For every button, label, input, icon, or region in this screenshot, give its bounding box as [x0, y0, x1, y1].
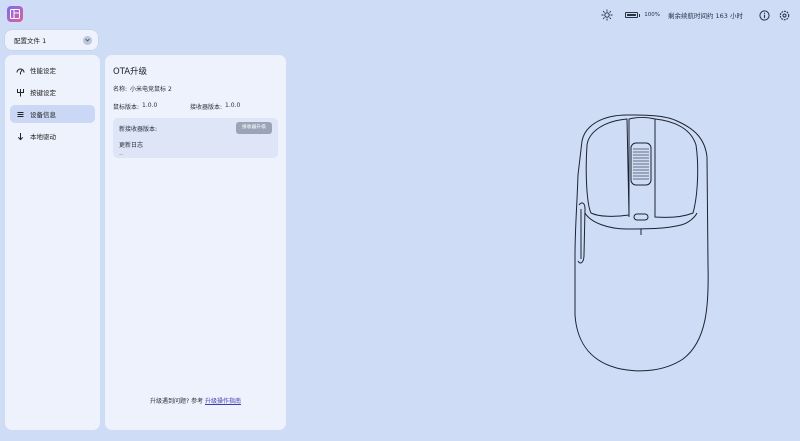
sidebar: 性能设定 按键设定 设备信息 本地驱动	[5, 55, 100, 430]
sidebar-item-label: 按键设定	[30, 89, 56, 97]
upgrade-guide-link[interactable]: 升级操作指南	[205, 398, 241, 405]
brightness-icon[interactable]	[601, 9, 613, 21]
new-receiver-version-label: 新接收器版本:	[119, 125, 158, 133]
sidebar-item-label: 本地驱动	[30, 133, 56, 141]
sidebar-item-performance[interactable]: 性能设定	[10, 61, 95, 79]
status-bar: 100% 剩余续航时间约 163 小时	[601, 9, 790, 21]
list-icon	[16, 110, 25, 119]
performance-icon	[16, 66, 25, 75]
mouse-illustration	[574, 114, 709, 372]
battery-icon	[625, 12, 641, 18]
info-icon[interactable]	[759, 9, 770, 21]
page-title: OTA升级	[113, 67, 148, 77]
settings-icon[interactable]	[779, 10, 790, 21]
versions-row: 鼠标版本: 1.0.0 接收器版本: 1.0.0	[113, 102, 278, 111]
receiver-upgrade-button[interactable]: 接收器升级	[236, 122, 272, 134]
help-text: 升级遇到问题? 参考	[149, 398, 204, 405]
battery-remaining-text: 剩余续航时间约 163 小时	[667, 12, 743, 20]
chevron-down-icon	[83, 35, 92, 45]
sidebar-item-device-info[interactable]: 设备信息	[10, 105, 95, 123]
sidebar-item-keys[interactable]: 按键设定	[10, 83, 95, 101]
ota-panel: OTA升级 名称: 小米电竞鼠标 2 鼠标版本: 1.0.0 接收器版本: 1.…	[105, 55, 286, 430]
profile-select-label: 配置文件 1	[14, 37, 47, 45]
arrow-down-icon	[16, 132, 25, 141]
device-name-value: 小米电竞鼠标 2	[130, 86, 172, 93]
sidebar-item-label: 设备信息	[30, 111, 56, 119]
profile-select[interactable]: 配置文件 1	[5, 30, 98, 50]
changelog-label: 更新日志	[119, 142, 144, 149]
mouse-version-value: 1.0.0	[142, 102, 158, 109]
receiver-update-box: 新接收器版本: 接收器升级 更新日志 --	[113, 118, 278, 158]
mouse-version-label: 鼠标版本:	[113, 104, 140, 111]
changelog-value: --	[119, 151, 124, 158]
receiver-version-value: 1.0.0	[225, 102, 241, 109]
device-name-row: 名称: 小米电竞鼠标 2	[113, 84, 278, 93]
keys-icon	[16, 88, 25, 97]
app-logo-icon	[7, 6, 23, 22]
help-footer: 升级遇到问题? 参考 升级操作指南	[105, 396, 286, 405]
device-name-label: 名称:	[113, 86, 128, 93]
receiver-version-label: 接收器版本:	[190, 104, 223, 111]
sidebar-item-label: 性能设定	[30, 67, 56, 75]
battery-percentage: 100%	[644, 12, 660, 18]
sidebar-item-local-driver[interactable]: 本地驱动	[10, 127, 95, 145]
